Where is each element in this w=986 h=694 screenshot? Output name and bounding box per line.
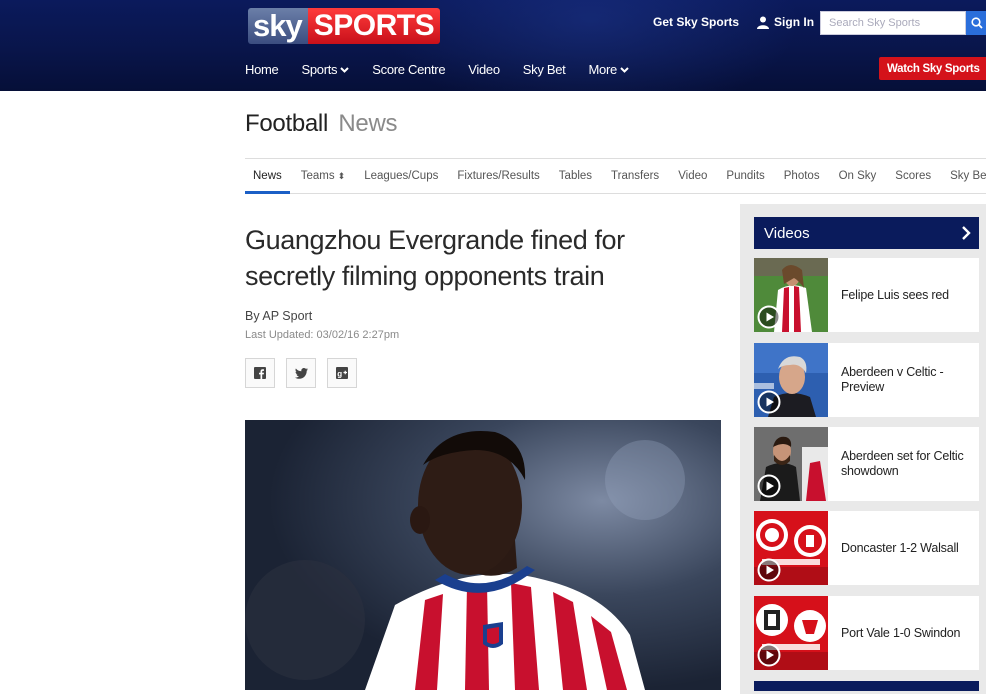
video-title: Port Vale 1-0 Swindon <box>841 625 961 640</box>
svg-text:g: g <box>337 370 342 379</box>
video-title: Felipe Luis sees red <box>841 287 949 302</box>
section-tabs: News Teams ⬍ Leagues/Cups Fixtures/Result… <box>245 158 986 194</box>
chevron-down-icon <box>620 66 629 73</box>
tab-fixtures-results-label: Fixtures/Results <box>457 170 540 182</box>
tab-video[interactable]: Video <box>678 159 707 193</box>
play-icon <box>757 390 781 414</box>
chevron-down-icon <box>340 66 349 73</box>
tab-leagues-cups-label: Leagues/Cups <box>364 170 439 182</box>
article-headline: Guangzhou Evergrande fined for secretly … <box>245 225 625 291</box>
video-card[interactable]: Felipe Luis sees red <box>754 258 979 332</box>
nav-more-label: More <box>588 62 617 77</box>
nav-home-label: Home <box>245 62 279 77</box>
nav-sky-bet-label: Sky Bet <box>522 62 566 77</box>
sidebar: Videos Felipe Luis sees red Aberdeen v C… <box>740 204 986 694</box>
sort-updown-icon: ⬍ <box>337 170 346 181</box>
facebook-icon <box>254 367 266 379</box>
nav-score-centre-label: Score Centre <box>372 62 446 77</box>
share-facebook-button[interactable] <box>245 358 275 388</box>
share-google-plus-button[interactable]: g <box>327 358 357 388</box>
logo-sports-text: SPORTS <box>307 8 441 44</box>
article-byline: By AP Sport <box>245 309 313 323</box>
sign-in-label: Sign In <box>774 15 815 29</box>
tab-news[interactable]: News <box>245 159 290 194</box>
video-thumbnail <box>754 596 828 670</box>
tab-sky-bet[interactable]: Sky Bet <box>950 159 986 193</box>
tab-sky-bet-label: Sky Bet <box>950 170 986 182</box>
football-player-photo <box>245 420 721 690</box>
tab-photos[interactable]: Photos <box>784 159 820 193</box>
section-title-main: Football <box>245 110 328 137</box>
tab-transfers[interactable]: Transfers <box>611 159 659 193</box>
tab-fixtures-results[interactable]: Fixtures/Results <box>457 159 539 193</box>
videos-header-label: Videos <box>764 224 810 242</box>
play-icon <box>757 305 781 329</box>
tab-teams-label: Teams <box>300 170 335 182</box>
sign-in-link[interactable]: Sign In <box>757 15 814 29</box>
masthead: sky SPORTS Get Sky Sports Sign In Home S… <box>0 0 986 91</box>
nav-sports[interactable]: Sports <box>301 62 349 77</box>
share-twitter-button[interactable] <box>286 358 316 388</box>
logo-sky-text: sky <box>248 8 308 44</box>
person-icon <box>757 16 770 29</box>
nav-sports-label: Sports <box>301 62 338 77</box>
play-icon <box>757 474 781 498</box>
nav-video-label: Video <box>468 62 500 77</box>
nav-home[interactable]: Home <box>245 62 279 77</box>
nav-sky-bet[interactable]: Sky Bet <box>523 62 566 77</box>
tab-scores-label: Scores <box>895 170 932 182</box>
tab-pundits[interactable]: Pundits <box>726 159 764 193</box>
tab-transfers-label: Transfers <box>611 170 660 182</box>
sky-sports-logo[interactable]: sky SPORTS <box>248 8 441 44</box>
nav-score-centre[interactable]: Score Centre <box>372 62 445 77</box>
watch-sky-sports-button[interactable]: Watch Sky Sports <box>879 57 986 80</box>
tab-tables-label: Tables <box>558 170 593 182</box>
tab-video-label: Video <box>678 170 708 182</box>
tab-scores[interactable]: Scores <box>895 159 931 193</box>
sidebar-next-panel <box>754 681 979 691</box>
search-input[interactable] <box>820 11 966 35</box>
video-title: Doncaster 1-2 Walsall <box>841 540 959 555</box>
section-title: Football News <box>245 110 397 138</box>
video-card[interactable]: Port Vale 1-0 Swindon <box>754 596 979 670</box>
tab-news-label: News <box>253 170 282 182</box>
tab-teams[interactable]: Teams ⬍ <box>301 159 345 193</box>
tab-tables[interactable]: Tables <box>559 159 592 193</box>
top-links: Get Sky Sports Sign In <box>653 15 814 29</box>
section-title-sub: News <box>338 110 398 137</box>
tab-pundits-label: Pundits <box>726 170 765 182</box>
main-nav: Home Sports Score Centre Video Sky Bet M… <box>245 62 652 77</box>
tab-leagues-cups[interactable]: Leagues/Cups <box>364 159 438 193</box>
tab-on-sky[interactable]: On Sky <box>839 159 877 193</box>
article-hero-image <box>245 420 721 690</box>
search-icon <box>971 17 983 29</box>
videos-header[interactable]: Videos <box>754 217 979 249</box>
video-thumbnail <box>754 343 828 417</box>
twitter-icon <box>294 367 308 379</box>
video-thumbnail <box>754 511 828 585</box>
video-thumbnail <box>754 427 828 501</box>
nav-more[interactable]: More <box>588 62 629 77</box>
video-title: Aberdeen set for Celtic showdown <box>841 449 964 478</box>
play-icon <box>757 643 781 667</box>
tab-photos-label: Photos <box>783 170 820 182</box>
video-thumbnail <box>754 258 828 332</box>
video-card[interactable]: Aberdeen set for Celtic showdown <box>754 427 979 501</box>
tab-on-sky-label: On Sky <box>838 170 877 182</box>
play-icon <box>757 558 781 582</box>
chevron-right-icon <box>962 226 971 240</box>
video-title: Aberdeen v Celtic - Preview <box>841 365 944 394</box>
article-updated: Last Updated: 03/02/16 2:27pm <box>245 329 400 341</box>
share-buttons: g <box>245 358 368 388</box>
search-button[interactable] <box>966 11 986 35</box>
video-card[interactable]: Doncaster 1-2 Walsall <box>754 511 979 585</box>
video-card[interactable]: Aberdeen v Celtic - Preview <box>754 343 979 417</box>
get-sky-sports-link[interactable]: Get Sky Sports <box>653 15 739 29</box>
nav-video[interactable]: Video <box>468 62 500 77</box>
google-plus-icon: g <box>336 367 348 379</box>
